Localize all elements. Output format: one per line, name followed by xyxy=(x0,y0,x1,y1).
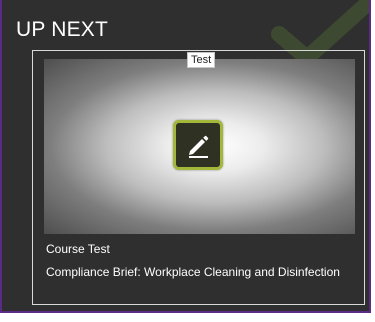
panel-title: UP NEXT xyxy=(16,18,109,41)
test-tag: Test xyxy=(187,52,216,68)
pencil-edit-icon xyxy=(173,120,223,170)
content-type-label: Course Test xyxy=(46,242,110,256)
course-name[interactable]: Compliance Brief: Workplace Cleaning and… xyxy=(46,265,346,279)
up-next-panel: UP NEXT Test Course Test Compliance Brie… xyxy=(0,0,371,313)
pencil-icon xyxy=(189,135,209,158)
